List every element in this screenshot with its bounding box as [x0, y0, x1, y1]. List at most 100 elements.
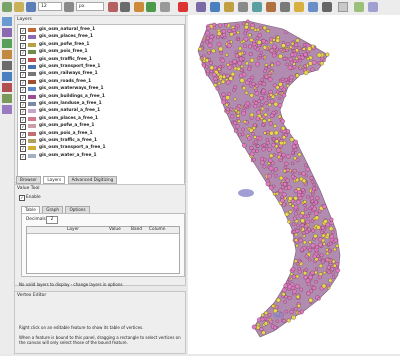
map-canvas[interactable] [188, 15, 400, 354]
layer-visibility-checkbox[interactable]: ✓ [20, 87, 26, 94]
layer-row[interactable]: ✓ gis_osm_traffic_a_free_1 [20, 138, 180, 145]
col-value[interactable]: Value [109, 227, 121, 233]
map-feature-point [279, 48, 283, 52]
layer-visibility-checkbox[interactable]: ✓ [20, 116, 26, 123]
bookmark-icon[interactable] [308, 2, 318, 12]
pan-icon[interactable] [14, 2, 24, 12]
add-postgis-icon[interactable] [2, 61, 12, 70]
map-tip-icon[interactable] [294, 2, 304, 12]
search-icon[interactable] [322, 2, 332, 12]
map-feature-point [242, 86, 247, 91]
label-icon[interactable] [224, 2, 234, 12]
layer-row[interactable]: ✓ gis_osm_pois_a_free_1 [20, 131, 180, 138]
layer-row[interactable]: ✓ gis_osm_pofw_free_1 [20, 42, 180, 49]
layer-visibility-checkbox[interactable]: ✓ [20, 50, 26, 57]
text-icon[interactable] [238, 2, 248, 12]
layer-row[interactable]: ✓ gis_osm_landuse_a_free_1 [20, 101, 180, 108]
layer-row[interactable]: ✓ gis_osm_transport_free_1 [20, 64, 180, 71]
layer-row[interactable]: ✓ gis_osm_traffic_free_1 [20, 57, 180, 64]
layer-visibility-checkbox[interactable]: ✓ [20, 72, 26, 79]
label-style-icon[interactable] [368, 2, 378, 12]
add-feature-icon[interactable] [354, 2, 364, 12]
node-icon[interactable] [252, 2, 262, 12]
layer-visibility-checkbox[interactable]: ✓ [20, 124, 26, 131]
map-feature-point [329, 241, 333, 246]
settings-icon[interactable] [338, 2, 348, 12]
identify-icon[interactable] [120, 2, 130, 12]
map-feature-point [201, 38, 206, 43]
enable-checkbox[interactable]: ✓ [19, 195, 25, 201]
layer-style-swatch [28, 131, 36, 136]
map-feature-point [288, 202, 292, 206]
map-feature-point [283, 283, 288, 288]
add-wfs-icon[interactable] [2, 83, 12, 92]
add-vector-icon[interactable] [2, 17, 12, 26]
layer-row[interactable]: ✓ gis_osm_natural_free_1 [20, 27, 180, 34]
map-feature-point [243, 44, 247, 48]
col-column[interactable]: Column [149, 227, 165, 233]
tab-advanced-digitizing[interactable]: Advanced Digitizing [67, 176, 118, 184]
layer-row[interactable]: ✓ gis_osm_places_free_1 [20, 34, 180, 42]
report-icon[interactable] [280, 2, 290, 12]
add-spatialite-icon[interactable] [2, 50, 12, 59]
zoom-out-icon[interactable] [64, 2, 74, 12]
layer-row[interactable]: ✓ gis_osm_buildings_a_free_1 [20, 94, 180, 101]
layer-row[interactable]: ✓ gis_osm_transport_a_free_1 [20, 145, 180, 153]
layer-visibility-checkbox[interactable]: ✓ [20, 146, 26, 153]
map-feature-point [310, 67, 315, 72]
layer-row[interactable]: ✓ gis_osm_railways_free_1 [20, 71, 180, 79]
add-wms-icon[interactable] [2, 72, 12, 81]
globe-icon[interactable] [210, 2, 220, 12]
layer-visibility-checkbox[interactable]: ✓ [20, 153, 26, 160]
map-feature-point [216, 41, 222, 47]
layer-visibility-checkbox[interactable]: ✓ [20, 28, 26, 34]
layer-visibility-checkbox[interactable]: ✓ [20, 42, 26, 49]
layer-visibility-checkbox[interactable]: ✓ [20, 109, 26, 116]
map-feature-point [236, 66, 241, 71]
layer-visibility-checkbox[interactable]: ✓ [20, 79, 26, 86]
map-feature-point [316, 225, 321, 230]
layer-visibility-checkbox[interactable]: ✓ [20, 35, 26, 42]
layer-visibility-checkbox[interactable]: ✓ [20, 94, 26, 101]
layer-visibility-checkbox[interactable]: ✓ [20, 131, 26, 138]
layer-row[interactable]: ✓ gis_osm_pois_free_1 [20, 49, 180, 57]
col-band[interactable]: Band [131, 227, 142, 233]
map-feature-point [270, 169, 275, 174]
layer-visibility-checkbox[interactable]: ✓ [20, 102, 26, 108]
map-feature-point [295, 38, 300, 43]
layer-visibility-checkbox[interactable]: ✓ [20, 65, 26, 71]
map-feature-point [322, 270, 327, 275]
layer-visibility-checkbox[interactable]: ✓ [20, 139, 26, 145]
hand-icon[interactable] [2, 2, 12, 12]
layout-icon[interactable] [266, 2, 276, 12]
enable-label: Enable [26, 195, 41, 200]
measure-icon[interactable] [146, 2, 156, 12]
map-feature-point [261, 55, 265, 60]
layer-row[interactable]: ✓ gis_osm_natural_a_free_1 [20, 108, 180, 116]
tab-browser[interactable]: Browser [16, 176, 41, 184]
layers-tree[interactable]: ✓ gis_osm_natural_free_1 ✓ gis_osm_places_f… [17, 24, 185, 186]
layer-row[interactable]: ✓ gis_osm_places_a_free_1 [20, 116, 180, 123]
layer-row[interactable]: ✓ gis_osm_water_a_free_1 [20, 153, 180, 160]
col-layer[interactable]: Layer [67, 227, 79, 233]
add-virtual-icon[interactable] [2, 105, 12, 114]
crosshair-icon[interactable] [178, 2, 188, 12]
new-layer-icon[interactable] [2, 94, 12, 103]
add-csv-icon[interactable] [2, 39, 12, 48]
add-raster-icon[interactable] [2, 28, 12, 37]
map-feature-point [297, 311, 301, 315]
ruler-icon[interactable] [160, 2, 170, 12]
unit-select[interactable]: px [76, 2, 104, 11]
layer-row[interactable]: ✓ gis_osm_pofw_a_free_1 [20, 123, 180, 131]
scale-input[interactable]: 12 [38, 2, 62, 11]
layer-row[interactable]: ✓ gis_osm_roads_free_1 [20, 79, 180, 86]
tab-layers[interactable]: Layers [43, 176, 66, 184]
select-icon[interactable] [134, 2, 144, 12]
zoom-full-icon[interactable] [108, 2, 118, 12]
zoom-in-icon[interactable] [26, 2, 36, 12]
grid-icon[interactable] [196, 2, 206, 12]
layer-style-swatch [28, 153, 36, 158]
decimals-spinbox[interactable]: 2 [46, 216, 58, 224]
layer-visibility-checkbox[interactable]: ✓ [20, 57, 26, 64]
layer-row[interactable]: ✓ gis_osm_waterways_free_1 [20, 86, 180, 94]
